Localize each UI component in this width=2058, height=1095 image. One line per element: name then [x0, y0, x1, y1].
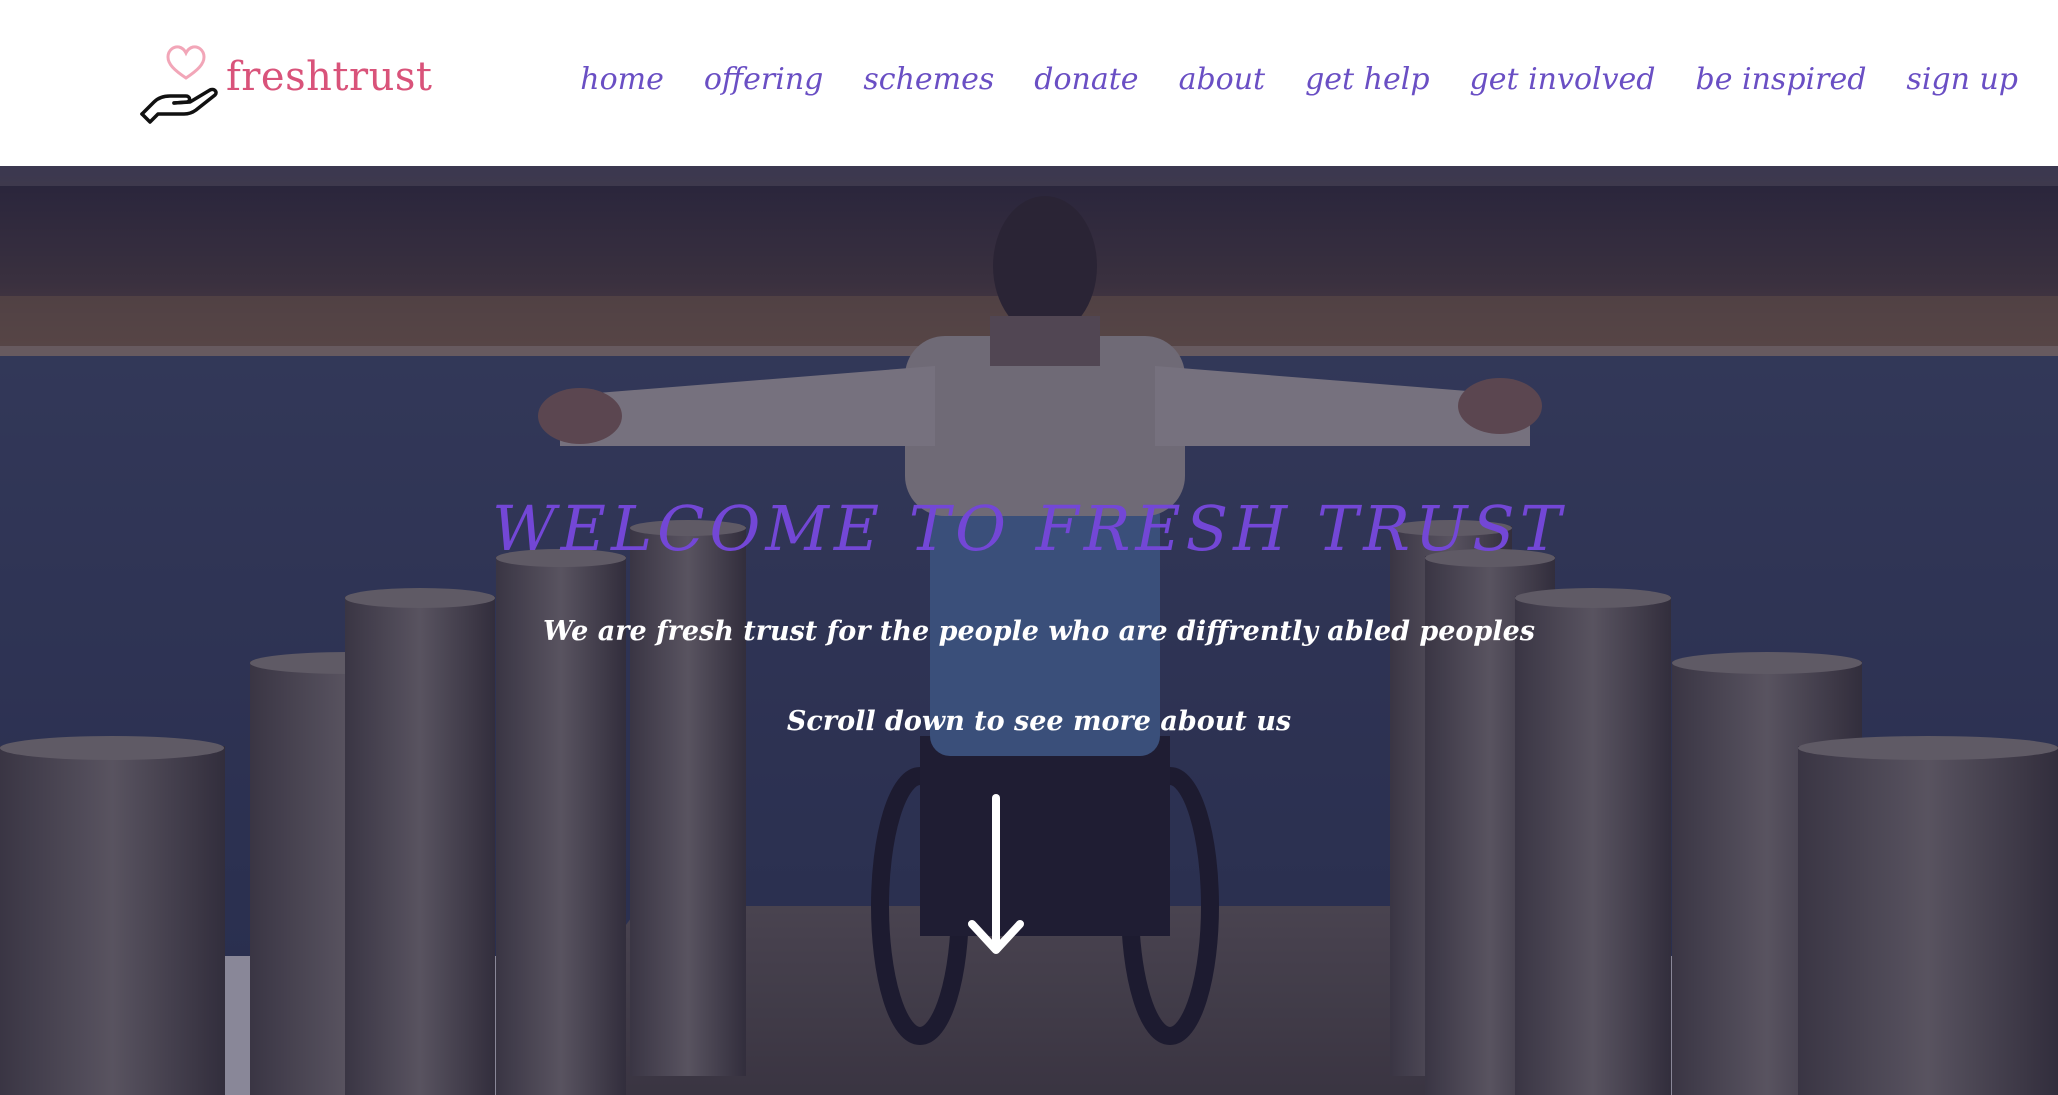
nav-item-donate[interactable]: donate — [1014, 62, 1158, 97]
logo[interactable]: freshtrust — [138, 40, 438, 130]
hero-subtitle: We are fresh trust for the people who ar… — [543, 616, 1535, 647]
site-header: freshtrust home offering schemes donate … — [0, 0, 2058, 166]
nav-item-about[interactable]: about — [1159, 62, 1286, 97]
nav-item-get-help[interactable]: get help — [1285, 62, 1449, 97]
main-nav: home offering schemes donate about get h… — [560, 62, 2038, 97]
nav-item-sign-up[interactable]: sign up — [1886, 62, 2038, 97]
hero-title: WELCOME TO FRESH TRUST — [491, 492, 1567, 565]
nav-item-be-inspired[interactable]: be inspired — [1676, 62, 1887, 97]
hero-section: WELCOME TO FRESH TRUST We are fresh trus… — [0, 166, 2058, 1095]
scroll-hint: Scroll down to see more about us — [786, 706, 1292, 737]
nav-item-home[interactable]: home — [560, 62, 684, 97]
brand-name: freshtrust — [226, 54, 433, 100]
nav-item-offering[interactable]: offering — [684, 62, 844, 97]
nav-item-get-involved[interactable]: get involved — [1450, 62, 1676, 97]
hand-heart-icon — [140, 45, 218, 124]
arrow-down-icon[interactable] — [966, 792, 1026, 962]
nav-item-schemes[interactable]: schemes — [843, 62, 1014, 97]
